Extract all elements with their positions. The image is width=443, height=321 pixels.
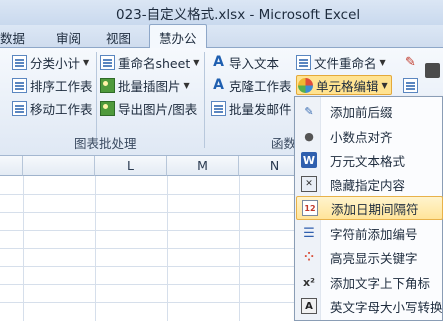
batch-email-label: 批量发邮件 bbox=[229, 101, 292, 117]
column-header[interactable] bbox=[23, 156, 95, 176]
tab-view[interactable]: 视图 bbox=[106, 28, 131, 47]
file-rename-icon bbox=[296, 54, 311, 70]
menu-item-letter-case[interactable]: A 英文字母大小写转换 bbox=[296, 294, 443, 318]
batch-email-button[interactable]: 批量发邮件 bbox=[211, 98, 292, 118]
menu-item-highlight-keyword[interactable]: ⁘ 高亮显示关键字 bbox=[296, 245, 443, 269]
column-header-l[interactable]: L bbox=[95, 156, 167, 176]
tab-huibangong[interactable]: 慧办公 bbox=[149, 24, 207, 49]
toolbox-icon bbox=[403, 77, 418, 93]
sort-sheets-label: 排序工作表 bbox=[30, 78, 93, 94]
menu-item-label: 小数点对齐 bbox=[330, 129, 393, 145]
subtotal-label: 分类小计 bbox=[30, 55, 81, 71]
move-sheet-button[interactable]: 移动工作表 bbox=[12, 98, 93, 118]
move-sheet-label: 移动工作表 bbox=[30, 101, 93, 117]
window-title: 023-自定义格式.xlsx - Microsoft Excel bbox=[116, 7, 361, 23]
batch-insert-pictures-label: 批量插图片 bbox=[118, 78, 181, 94]
menu-item-label: 万元文本格式 bbox=[330, 153, 406, 169]
tab-data[interactable]: 数据 bbox=[0, 28, 25, 47]
title-bar: 023-自定义格式.xlsx - Microsoft Excel bbox=[0, 0, 443, 25]
menu-item-label: 添加前后缀 bbox=[330, 104, 393, 120]
menu-item-add-date-separator[interactable]: 12 添加日期间隔符 bbox=[296, 196, 443, 220]
import-text-label: 导入文本 bbox=[229, 55, 280, 71]
chevron-down-icon: ▼ bbox=[379, 57, 386, 67]
import-text-button[interactable]: A 导入文本 bbox=[211, 52, 279, 72]
menu-item-super-subscript[interactable]: x² 添加文字上下角标 bbox=[296, 270, 443, 294]
highlight-dots-icon: ⁘ bbox=[303, 250, 315, 264]
row-header-corner[interactable] bbox=[0, 156, 23, 176]
clone-sheet-button[interactable]: A 克隆工作表 bbox=[211, 75, 292, 95]
superscript-icon: x² bbox=[303, 275, 315, 289]
column-header-m[interactable]: M bbox=[167, 156, 239, 176]
text-a-icon: A bbox=[213, 53, 224, 70]
menu-item-label: 英文字母大小写转换 bbox=[330, 299, 443, 315]
calendar-icon: 12 bbox=[302, 200, 318, 216]
cell-edit-dropdown-menu: ✎ 添加前后缀 ● 小数点对齐 W 万元文本格式 ✕ 隐藏指定内容 12 添加日… bbox=[294, 96, 443, 321]
subtotal-button[interactable]: 分类小计 ▼ bbox=[12, 52, 89, 72]
menu-item-add-numbering[interactable]: ☰ 字符前添加编号 bbox=[296, 221, 443, 245]
cell-edit-label: 单元格编辑 bbox=[316, 78, 379, 94]
menu-item-wan-text-format[interactable]: W 万元文本格式 bbox=[296, 148, 443, 172]
tab-review[interactable]: 审阅 bbox=[56, 28, 81, 47]
menu-item-label: 隐藏指定内容 bbox=[330, 177, 406, 193]
rename-sheet-icon bbox=[100, 54, 115, 70]
move-sheet-icon bbox=[12, 100, 27, 116]
briefcase-icon bbox=[425, 62, 440, 78]
cell-edit-button[interactable]: 单元格编辑 ▼ bbox=[296, 75, 392, 95]
sort-sheets-icon bbox=[12, 77, 27, 93]
chevron-down-icon: ▼ bbox=[83, 57, 90, 67]
menu-item-add-prefix-suffix[interactable]: ✎ 添加前后缀 bbox=[296, 99, 443, 123]
cell-edit-icon bbox=[298, 77, 313, 93]
add-prefix-suffix-icon: ✎ bbox=[304, 104, 314, 118]
rename-sheet-button[interactable]: 重命名sheet ▼ bbox=[100, 52, 199, 72]
menu-item-label: 字符前添加编号 bbox=[330, 226, 418, 242]
menu-item-label: 添加文字上下角标 bbox=[330, 275, 431, 291]
tool-button-pencil[interactable]: ✎ bbox=[403, 52, 421, 72]
ribbon-separator bbox=[204, 52, 205, 148]
sort-sheets-button[interactable]: 排序工作表 bbox=[12, 75, 93, 95]
clone-sheet-label: 克隆工作表 bbox=[229, 78, 292, 94]
rename-files-button[interactable]: 文件重命名 ▼ bbox=[296, 52, 386, 72]
picture-icon bbox=[100, 77, 115, 93]
clone-a-icon: A bbox=[213, 76, 224, 93]
chevron-down-icon: ▼ bbox=[193, 57, 200, 67]
ribbon-tabs: 数据 审阅 视图 慧办公 bbox=[0, 24, 443, 49]
category-subtotal-icon bbox=[12, 54, 27, 70]
menu-item-decimal-align[interactable]: ● 小数点对齐 bbox=[296, 124, 443, 148]
batch-insert-pictures-button[interactable]: 批量插图片 ▼ bbox=[100, 75, 190, 95]
export-pictures-label: 导出图片/图表 bbox=[118, 101, 198, 117]
export-pictures-button[interactable]: 导出图片/图表 bbox=[100, 98, 197, 118]
letter-case-icon: A bbox=[301, 298, 317, 314]
tool-button-briefcase[interactable] bbox=[425, 60, 443, 80]
numbered-list-icon: ☰ bbox=[303, 225, 315, 241]
menu-item-hide-content[interactable]: ✕ 隐藏指定内容 bbox=[296, 172, 443, 196]
email-icon bbox=[211, 100, 226, 116]
hide-content-icon: ✕ bbox=[301, 176, 317, 192]
tool-button-toolbox[interactable] bbox=[403, 75, 421, 95]
group-label-chart-batch: 图表批处理 bbox=[74, 136, 137, 151]
word-w-icon: W bbox=[301, 152, 317, 168]
chevron-down-icon: ▼ bbox=[183, 80, 190, 90]
export-picture-icon bbox=[100, 100, 115, 116]
decimal-align-icon: ● bbox=[304, 129, 314, 143]
rename-sheet-label: 重命名sheet bbox=[118, 55, 191, 71]
menu-item-label: 添加日期间隔符 bbox=[331, 201, 419, 217]
pencil-icon: ✎ bbox=[405, 54, 416, 70]
chevron-down-icon: ▼ bbox=[381, 80, 388, 90]
group-label-functions: 函数 bbox=[271, 136, 297, 151]
rename-files-label: 文件重命名 bbox=[314, 55, 377, 71]
menu-item-label: 高亮显示关键字 bbox=[330, 250, 418, 266]
